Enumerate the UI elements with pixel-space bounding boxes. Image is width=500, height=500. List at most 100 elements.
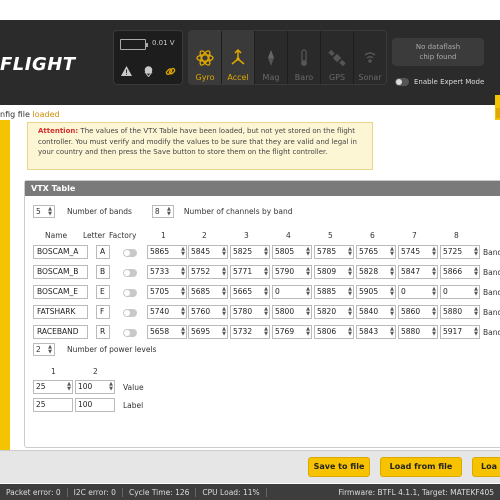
frequency-input[interactable]: 5765 ▲ ▼ [356,245,396,259]
frequency-input[interactable]: 5885 ▲ ▼ [314,285,354,299]
frequency-input[interactable]: 0 ▲ ▼ [272,285,312,299]
band-letter-input[interactable]: B [96,265,110,279]
frequency-input[interactable]: 5705 ▲ ▼ [147,285,187,299]
frequency-input[interactable]: 5917 ▲ ▼ [440,325,480,339]
factory-toggle[interactable] [123,289,137,297]
spinner-icon: ▲ ▼ [264,286,268,297]
frequency-input[interactable]: 5780 ▲ ▼ [230,305,270,319]
battery-voltage: 0.01 V [152,39,175,47]
log-scroll-indicator [496,108,500,118]
frequency-input[interactable]: 5733 ▲ ▼ [147,265,187,279]
factory-toggle[interactable] [123,249,137,257]
factory-toggle[interactable] [123,269,137,277]
expert-mode-label: Enable Expert Mode [414,78,485,86]
spinner-icon: ▲ ▼ [306,286,310,297]
sensor-gyro: Gyro [189,31,221,84]
cpu-load: CPU Load: 11% [196,487,267,497]
frequency-input[interactable]: 5695 ▲ ▼ [188,325,228,339]
expert-mode-toggle[interactable] [395,78,409,86]
column-header-channel: 2 [202,231,207,240]
spinner-icon: ▲ ▼ [181,286,185,297]
frequency-input[interactable]: 5658 ▲ ▼ [147,325,187,339]
sonar-icon [364,52,376,63]
spinner-icon: ▲ ▼ [390,246,394,257]
frequency-input[interactable]: 5905 ▲ ▼ [356,285,396,299]
factory-toggle[interactable] [123,329,137,337]
power-label-input[interactable]: 25 [33,398,73,412]
column-header-channel: 5 [328,231,333,240]
frequency-input[interactable]: 5845 ▲ ▼ [188,245,228,259]
frequency-input[interactable]: 5760 ▲ ▼ [188,305,228,319]
spinner-icon: ▲ ▼ [181,306,185,317]
gyro-icon [196,50,214,66]
spinner-icon: ▲ ▼ [474,246,478,257]
power-value-input[interactable]: 100 ▲ ▼ [75,380,115,394]
expert-mode[interactable]: Enable Expert Mode [395,78,484,86]
band-row-label: Band [483,308,500,317]
band-row: BOSCAM_A A 5865 ▲ ▼ 5845 ▲ ▼ 5825 ▲ ▼ 5805 ▲ ▼ 5785 ▲ ▼ 5… [25,245,500,261]
power-label-input[interactable]: 100 [75,398,115,412]
column-header-channel: 6 [370,231,375,240]
frequency-input[interactable]: 5725 ▲ ▼ [440,245,480,259]
load-from-clipboard-button[interactable]: Loa [472,457,500,477]
spinner-icon: ▲ ▼ [474,286,478,297]
frequency-input[interactable]: 5847 ▲ ▼ [398,265,438,279]
load-from-file-button[interactable]: Load from file [380,457,462,477]
frequency-input[interactable]: 5880 ▲ ▼ [440,305,480,319]
frequency-input[interactable]: 5790 ▲ ▼ [272,265,312,279]
channels-count-input[interactable]: 8 ▲ ▼ [151,205,174,218]
frequency-input[interactable]: 5865 ▲ ▼ [147,245,187,259]
save-to-file-button[interactable]: Save to file [308,457,370,477]
frequency-input[interactable]: 5828 ▲ ▼ [356,265,396,279]
band-letter-input[interactable]: R [96,325,110,339]
frequency-input[interactable]: 5840 ▲ ▼ [356,305,396,319]
band-letter-input[interactable]: A [96,245,110,259]
band-name-input[interactable]: RACEBAND [33,325,88,339]
power-levels-input[interactable]: 2 ▲ ▼ [33,343,55,356]
frequency-input[interactable]: 5665 ▲ ▼ [230,285,270,299]
frequency-input[interactable]: 5740 ▲ ▼ [147,305,187,319]
packet-error: Packet error: 0 [0,487,68,497]
frequency-input[interactable]: 5880 ▲ ▼ [398,325,438,339]
frequency-input[interactable]: 5745 ▲ ▼ [398,245,438,259]
frequency-input[interactable]: 5806 ▲ ▼ [314,325,354,339]
firmware-info: Firmware: BTFL 4.1.1, Target: MATEKF405 [338,487,494,497]
frequency-input[interactable]: 5800 ▲ ▼ [272,305,312,319]
frequency-input[interactable]: 5752 ▲ ▼ [188,265,228,279]
band-name-input[interactable]: BOSCAM_B [33,265,88,279]
frequency-input[interactable]: 5785 ▲ ▼ [314,245,354,259]
spinner-icon: ▲ ▼ [222,266,226,277]
band-letter-input[interactable]: E [96,285,110,299]
frequency-input[interactable]: 5825 ▲ ▼ [230,245,270,259]
frequency-input[interactable]: 0 ▲ ▼ [398,285,438,299]
band-row: RACEBAND R 5658 ▲ ▼ 5695 ▲ ▼ 5732 ▲ ▼ 5769 ▲ ▼ 5806 ▲ ▼ 5… [25,325,500,341]
frequency-input[interactable]: 5732 ▲ ▼ [230,325,270,339]
frequency-input[interactable]: 5771 ▲ ▼ [230,265,270,279]
band-name-input[interactable]: FATSHARK [33,305,88,319]
sensor-mag: Mag [255,31,287,84]
factory-toggle[interactable] [123,309,137,317]
frequency-input[interactable]: 5860 ▲ ▼ [398,305,438,319]
band-row: BOSCAM_B B 5733 ▲ ▼ 5752 ▲ ▼ 5771 ▲ ▼ 5790 ▲ ▼ 5809 ▲ ▼ 5… [25,265,500,281]
band-name-input[interactable]: BOSCAM_E [33,285,88,299]
frequency-input[interactable]: 0 ▲ ▼ [440,285,480,299]
frequency-input[interactable]: 5685 ▲ ▼ [188,285,228,299]
cycle-time: Cycle Time: 126 [123,487,197,497]
power-levels-row: 2 ▲ ▼ Number of power levels [33,343,156,356]
band-row: FATSHARK F 5740 ▲ ▼ 5760 ▲ ▼ 5780 ▲ ▼ 5800 ▲ ▼ 5820 ▲ ▼ 5… [25,305,500,321]
frequency-input[interactable]: 5820 ▲ ▼ [314,305,354,319]
bands-count-input[interactable]: 5 ▲ ▼ [33,205,55,218]
band-row-label: Band [483,328,500,337]
spinner-icon: ▲ ▼ [306,246,310,257]
band-row: BOSCAM_E E 5705 ▲ ▼ 5685 ▲ ▼ 5665 ▲ ▼ 0 ▲ ▼ 5885 ▲ ▼ 5905… [25,285,500,301]
band-name-input[interactable]: BOSCAM_A [33,245,88,259]
frequency-input[interactable]: 5809 ▲ ▼ [314,265,354,279]
status-icons [120,65,176,77]
band-letter-input[interactable]: F [96,305,110,319]
frequency-input[interactable]: 5866 ▲ ▼ [440,265,480,279]
spinner-icon: ▲ ▼ [348,306,352,317]
power-value-input[interactable]: 25 ▲ ▼ [33,380,73,394]
frequency-input[interactable]: 5843 ▲ ▼ [356,325,396,339]
frequency-input[interactable]: 5805 ▲ ▼ [272,245,312,259]
frequency-input[interactable]: 5769 ▲ ▼ [272,325,312,339]
